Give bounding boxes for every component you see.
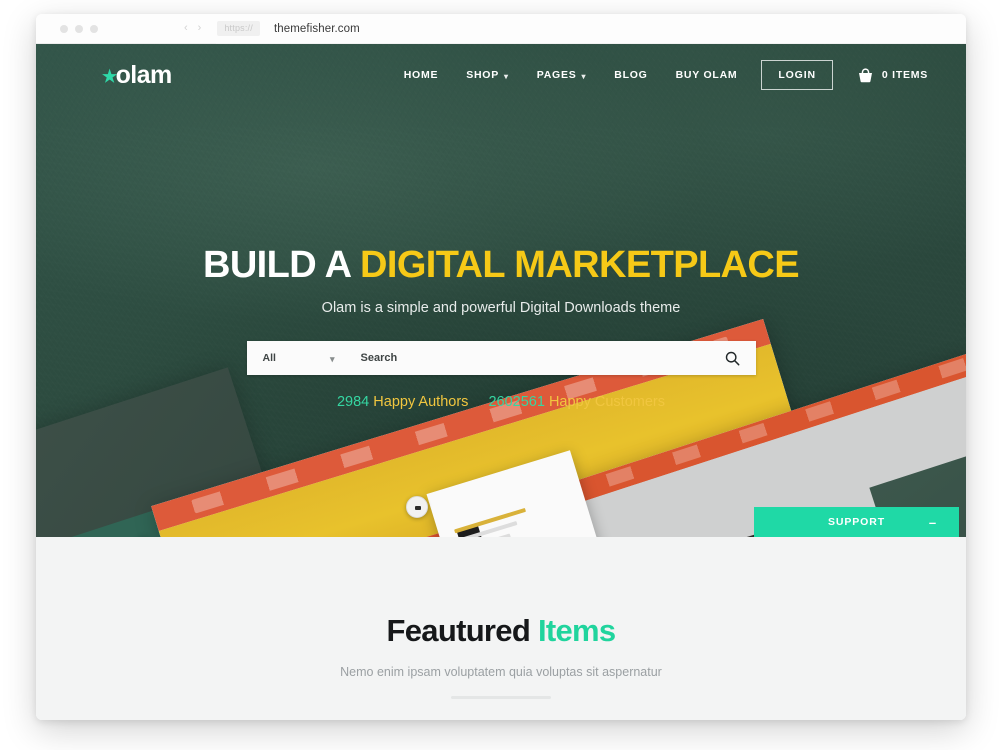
nav-item-pages[interactable]: PAGES ▾: [523, 69, 601, 81]
nav-label: SHOP: [466, 69, 499, 81]
minimize-dot[interactable]: [75, 24, 83, 33]
site-header: ★ olam HOME SHOP ▾ PAGES ▾ BLOG BUY OLAM…: [36, 44, 966, 106]
hero-title: BUILD A DIGITAL MARKETPLACE: [36, 244, 966, 286]
https-badge: https://: [217, 21, 260, 36]
search-category-value: All: [262, 352, 276, 365]
chevron-down-icon: ▾: [329, 353, 335, 364]
nav-item-shop[interactable]: SHOP ▾: [452, 69, 523, 81]
stat-authors-number: 2984: [336, 394, 370, 411]
nav-item-home[interactable]: HOME: [390, 69, 453, 81]
hero-content: BUILD A DIGITAL MARKETPLACE Olam is a si…: [36, 106, 966, 410]
minimize-icon[interactable]: –: [929, 516, 937, 529]
chevron-down-icon: ▾: [503, 71, 509, 81]
hero-subtitle: Olam is a simple and powerful Digital Do…: [321, 300, 681, 317]
featured-title-highlight: Items: [537, 613, 616, 648]
site-logo[interactable]: ★ olam: [102, 61, 172, 90]
maximize-dot[interactable]: [90, 24, 98, 33]
main-navigation: HOME SHOP ▾ PAGES ▾ BLOG BUY OLAM LOGIN …: [390, 60, 928, 90]
search-input[interactable]: [346, 341, 710, 376]
featured-title: Feautured Items: [36, 613, 966, 649]
browser-chrome: ‹ › https:// themefisher.com: [36, 14, 966, 44]
search-category-select[interactable]: All ▾: [247, 341, 347, 375]
star-icon: ★: [102, 66, 117, 86]
chevron-down-icon: ▾: [581, 71, 587, 81]
featured-subtitle: Nemo enim ipsam voluptatem quia voluptas…: [340, 665, 662, 679]
cart-widget[interactable]: 0 ITEMS: [857, 67, 928, 83]
login-button[interactable]: LOGIN: [761, 60, 833, 90]
url-text[interactable]: themefisher.com: [274, 23, 360, 35]
search-icon: [725, 351, 740, 365]
stat-authors-label: Happy Authors: [373, 394, 469, 411]
logo-text: olam: [115, 60, 173, 89]
mockup-circle-badge: [406, 496, 428, 518]
featured-title-plain: Feautured: [386, 613, 538, 648]
support-tab[interactable]: SUPPORT –: [754, 507, 959, 537]
shopping-basket-icon: [858, 67, 872, 82]
cart-count-label: 0 ITEMS: [881, 69, 928, 81]
address-bar[interactable]: https:// themefisher.com: [217, 21, 966, 36]
section-divider: [451, 696, 551, 699]
nav-label: BUY OLAM: [675, 69, 738, 81]
close-dot[interactable]: [60, 24, 68, 33]
hero-stats: 2984 Happy Authors 2602561 Happy Custome…: [36, 394, 966, 410]
search-button[interactable]: [710, 341, 756, 375]
stat-customers-number: 2602561: [488, 394, 545, 411]
nav-item-blog[interactable]: BLOG: [600, 69, 661, 81]
stat-customers-label: Happy Customers: [548, 394, 665, 411]
browser-nav-arrows[interactable]: ‹ ›: [184, 23, 201, 34]
featured-items-section: Feautured Items Nemo enim ipsam voluptat…: [36, 537, 966, 720]
hero-search-bar: All ▾: [246, 341, 756, 376]
support-label: SUPPORT: [827, 516, 886, 528]
nav-label: BLOG: [614, 69, 648, 81]
hero-section: ★ olam HOME SHOP ▾ PAGES ▾ BLOG BUY OLAM…: [36, 44, 966, 537]
nav-label: HOME: [403, 69, 439, 81]
forward-arrow-icon[interactable]: ›: [198, 23, 202, 34]
nav-item-buy-olam[interactable]: BUY OLAM: [662, 69, 752, 81]
hero-title-highlight: DIGITAL MARKETPLACE: [360, 244, 800, 286]
browser-window: ‹ › https:// themefisher.com ★ olam HOME…: [36, 14, 966, 720]
window-traffic-lights[interactable]: [60, 24, 98, 33]
nav-label: PAGES: [536, 69, 577, 81]
back-arrow-icon[interactable]: ‹: [184, 23, 188, 34]
page-viewport: ★ olam HOME SHOP ▾ PAGES ▾ BLOG BUY OLAM…: [36, 44, 966, 720]
hero-title-plain: BUILD A: [202, 244, 361, 286]
